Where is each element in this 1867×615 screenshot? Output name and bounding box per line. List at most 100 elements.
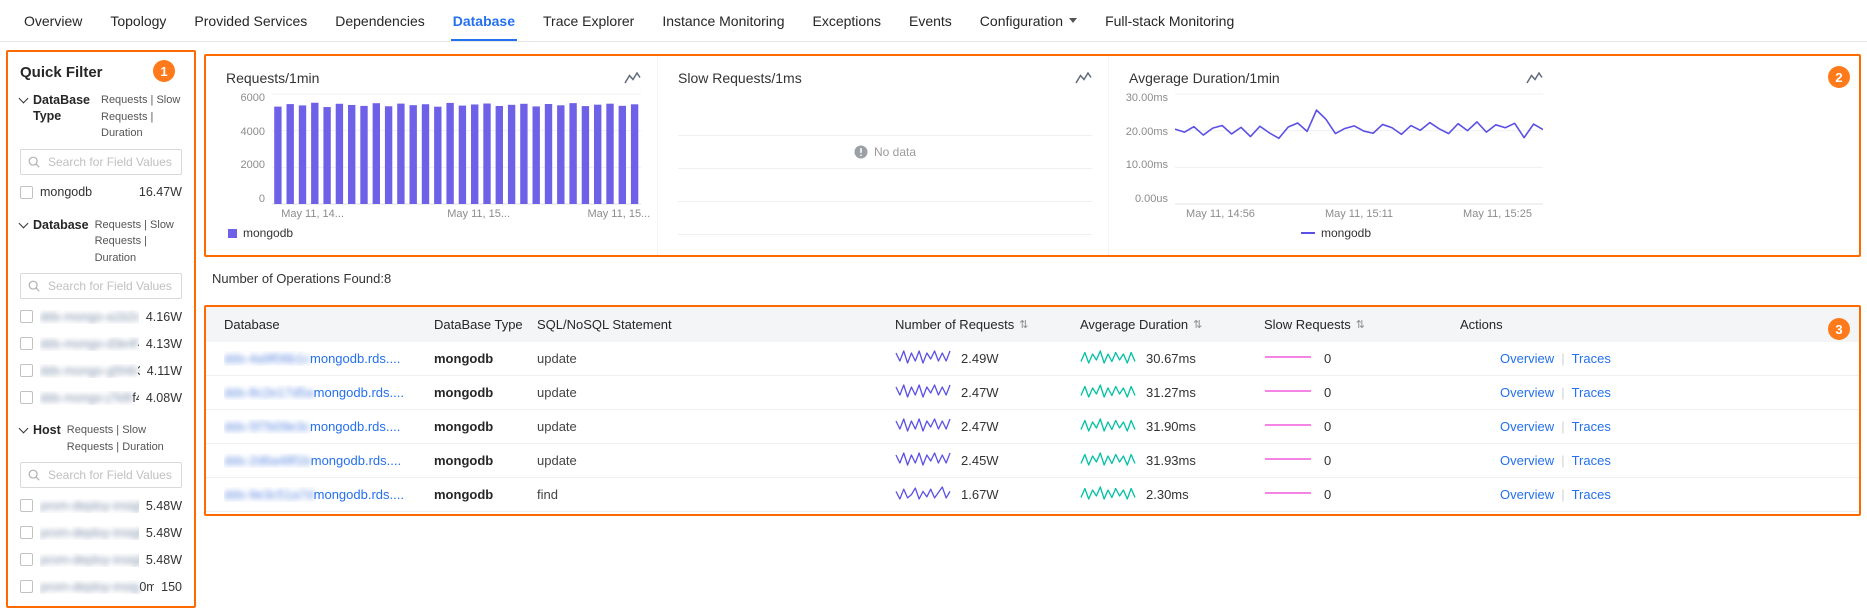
database-type-cell: mongodb bbox=[434, 419, 494, 434]
filter-section-sort-links[interactable]: Requests | Slow Requests | Duration bbox=[67, 422, 182, 455]
database-link[interactable]: dds-4a9f06b1c mongodb.rds.... bbox=[224, 351, 400, 366]
tab-label: Events bbox=[908, 12, 952, 29]
tab-exceptions[interactable]: Exceptions bbox=[799, 0, 895, 41]
table-header-row: Database DataBase Type SQL/NoSQL Stateme… bbox=[206, 307, 1859, 342]
checkbox[interactable] bbox=[20, 607, 33, 608]
checkbox[interactable] bbox=[20, 337, 33, 350]
statement-cell: find bbox=[537, 487, 558, 502]
top-nav: Overview Topology Provided Services Depe… bbox=[0, 0, 1867, 42]
slow-requests-sparkline bbox=[1264, 451, 1312, 470]
overview-link[interactable]: Overview bbox=[1500, 351, 1554, 366]
tab-topology[interactable]: Topology bbox=[96, 0, 180, 41]
column-header-label: Avgerage Duration bbox=[1080, 317, 1189, 332]
tab-provided-services[interactable]: Provided Services bbox=[180, 0, 321, 41]
table-body: dds-4a9f06b1c mongodb.rds.... mongodb upd… bbox=[206, 342, 1859, 512]
tab-database[interactable]: Database bbox=[439, 0, 529, 41]
overview-link[interactable]: Overview bbox=[1500, 419, 1554, 434]
checkbox[interactable] bbox=[20, 553, 33, 566]
x-tick-label: May 11, 15... bbox=[447, 208, 511, 220]
duration-cell: 31.90ms bbox=[1062, 417, 1246, 436]
tab-trace-explorer[interactable]: Trace Explorer bbox=[529, 0, 648, 41]
overview-link[interactable]: Overview bbox=[1500, 487, 1554, 502]
duration-cell: 31.93ms bbox=[1062, 451, 1246, 470]
database-link[interactable]: dds-8c2e17d5a mongodb.rds.... bbox=[224, 385, 404, 400]
requests-sparkline bbox=[895, 417, 951, 436]
requests-cell: 2.47W bbox=[877, 417, 1062, 436]
filter-item-label: prom-deploy-insig0m7... bbox=[40, 579, 154, 594]
tab-overview[interactable]: Overview bbox=[10, 0, 96, 41]
filter-section-title: Database bbox=[33, 217, 89, 232]
search-icon bbox=[28, 280, 40, 292]
duration-sparkline bbox=[1080, 417, 1136, 436]
filter-item-value: 5.48W bbox=[145, 525, 182, 540]
tab-instance-monitoring[interactable]: Instance Monitoring bbox=[648, 0, 798, 41]
filter-item-label: prom-deploy-insig0m7... bbox=[40, 607, 161, 609]
filter-section-sort-links[interactable]: Requests | Slow Requests | Duration bbox=[95, 217, 182, 267]
database-link[interactable]: dds-2d6a48f1b mongodb.rds.... bbox=[224, 453, 401, 468]
filter-item-value: 5.48W bbox=[145, 498, 182, 513]
traces-link[interactable]: Traces bbox=[1572, 385, 1611, 400]
search-input[interactable] bbox=[20, 273, 182, 299]
column-header-slow-requests: Slow Requests ⇅ bbox=[1246, 317, 1442, 332]
x-tick-label: May 11, 14... bbox=[281, 208, 344, 220]
requests-sparkline bbox=[895, 485, 951, 504]
filter-item: prom-deploy-insig0m7... 150 bbox=[20, 573, 182, 600]
checkbox[interactable] bbox=[20, 364, 33, 377]
column-header-database: Database bbox=[206, 317, 416, 332]
checkbox[interactable] bbox=[20, 310, 33, 323]
chevron-down-icon[interactable] bbox=[18, 423, 29, 434]
quick-filter-panel: Quick Filter DataBase Type Requests | Sl… bbox=[6, 50, 196, 608]
search-input[interactable] bbox=[20, 148, 182, 175]
slow-requests-cell: 0 bbox=[1246, 451, 1442, 470]
traces-link[interactable]: Traces bbox=[1572, 351, 1611, 366]
x-tick-label: May 11, 15:25 bbox=[1463, 208, 1532, 220]
y-axis: 30.00ms 20.00ms 10.00ms 0.00us bbox=[1126, 93, 1175, 205]
requests-sparkline bbox=[895, 451, 951, 470]
line-chart-icon[interactable] bbox=[1075, 71, 1092, 85]
line-chart-icon[interactable] bbox=[1526, 71, 1543, 85]
overview-link[interactable]: Overview bbox=[1500, 453, 1554, 468]
traces-link[interactable]: Traces bbox=[1572, 453, 1611, 468]
database-type-cell: mongodb bbox=[434, 385, 494, 400]
database-cell: dds-9e3c51a7d mongodb.rds.... bbox=[206, 487, 416, 502]
chevron-down-icon[interactable] bbox=[18, 93, 29, 104]
filter-section-sort-links[interactable]: Requests | Slow Requests | Duration bbox=[101, 92, 182, 142]
checkbox[interactable] bbox=[20, 391, 33, 404]
sort-icon[interactable]: ⇅ bbox=[1193, 318, 1202, 331]
search-icon bbox=[28, 156, 40, 168]
requests-cell: 2.49W bbox=[877, 349, 1062, 368]
checkbox[interactable] bbox=[20, 580, 33, 593]
column-header-actions: Actions bbox=[1442, 317, 1859, 332]
overview-link[interactable]: Overview bbox=[1500, 385, 1554, 400]
gridline bbox=[678, 135, 1092, 136]
table-row: dds-8c2e17d5a mongodb.rds.... mongodb upd… bbox=[206, 376, 1859, 410]
tab-events[interactable]: Events bbox=[895, 0, 966, 41]
database-link[interactable]: dds-9e3c51a7d mongodb.rds.... bbox=[224, 487, 404, 502]
requests-cell: 2.45W bbox=[877, 451, 1062, 470]
tab-full-stack-monitoring[interactable]: Full-stack Monitoring bbox=[1091, 0, 1248, 41]
database-link[interactable]: dds-5f7b09e3c mongodb.rds.... bbox=[224, 419, 400, 434]
operations-table-panel: Database DataBase Type SQL/NoSQL Stateme… bbox=[204, 305, 1861, 516]
tab-label: Instance Monitoring bbox=[662, 12, 785, 29]
column-header-database-type: DataBase Type bbox=[416, 317, 523, 332]
search-input[interactable] bbox=[20, 462, 182, 488]
sort-icon[interactable]: ⇅ bbox=[1019, 318, 1028, 331]
line-chart-icon[interactable] bbox=[624, 71, 641, 85]
tab-dependencies[interactable]: Dependencies bbox=[321, 0, 439, 41]
traces-link[interactable]: Traces bbox=[1572, 487, 1611, 502]
slow-requests-cell: 0 bbox=[1246, 417, 1442, 436]
checkbox[interactable] bbox=[20, 499, 33, 512]
column-header-label: Actions bbox=[1460, 317, 1503, 332]
tab-configuration[interactable]: Configuration bbox=[966, 0, 1091, 41]
filter-section-host: Host Requests | Slow Requests | Duration… bbox=[18, 422, 182, 609]
filter-item-label: prom-deploy-insighe... bbox=[40, 552, 139, 567]
checkbox[interactable] bbox=[20, 185, 33, 199]
link-separator: | bbox=[1561, 351, 1565, 366]
sort-icon[interactable]: ⇅ bbox=[1356, 318, 1365, 331]
y-tick-label: 2000 bbox=[240, 159, 265, 172]
checkbox[interactable] bbox=[20, 526, 33, 539]
traces-link[interactable]: Traces bbox=[1572, 419, 1611, 434]
column-header-number-of-requests: Number of Requests ⇅ bbox=[877, 317, 1062, 332]
chevron-down-icon[interactable] bbox=[18, 218, 29, 228]
database-cell: dds-2d6a48f1b mongodb.rds.... bbox=[206, 453, 416, 468]
